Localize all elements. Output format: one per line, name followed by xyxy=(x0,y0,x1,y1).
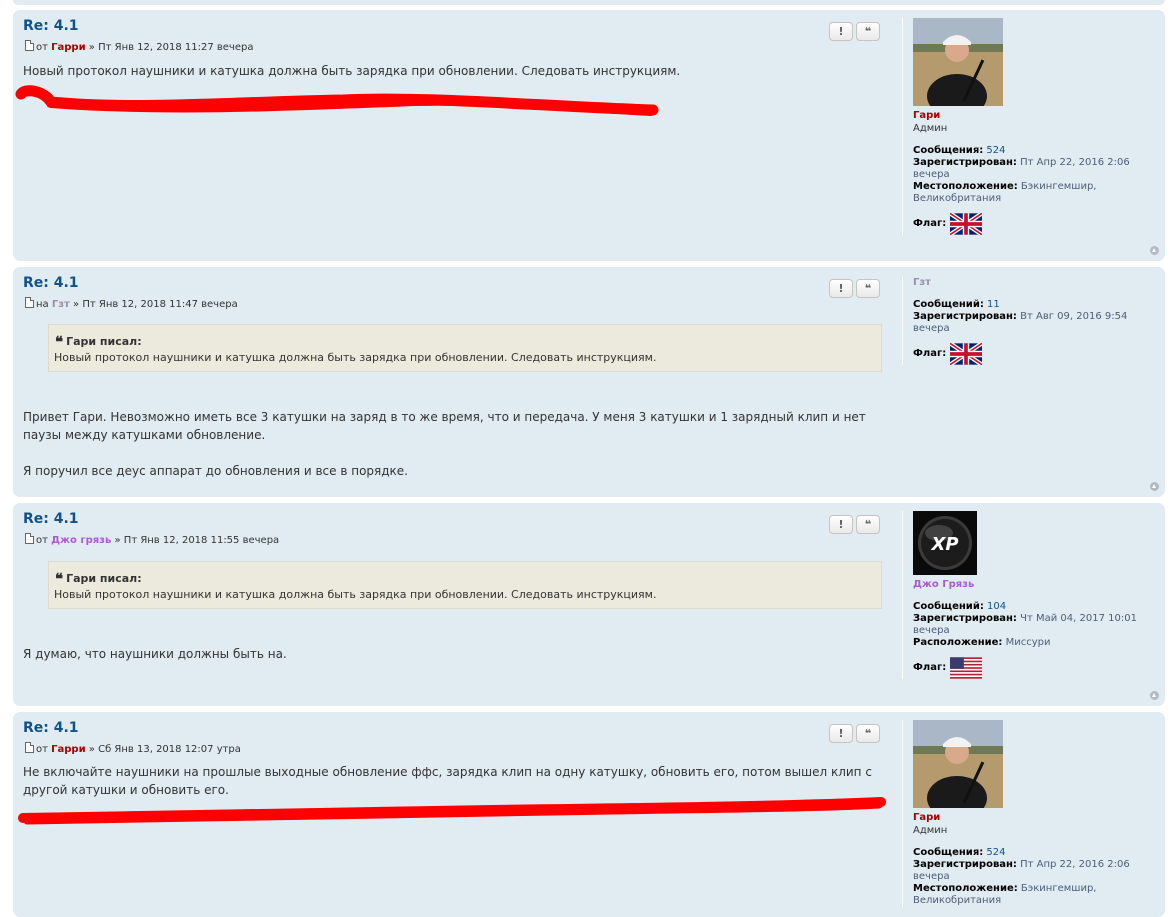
profile-username[interactable]: Джо Грязь xyxy=(913,579,1163,591)
post-buttons: ! ❝ xyxy=(829,277,883,298)
profile-registered: Зарегистрирован: Пт Апр 22, 2016 2:06 ве… xyxy=(913,859,1130,882)
profile-username[interactable]: Гари xyxy=(913,812,1163,824)
profile-registered: Зарегистрирован: Вт Авг 09, 2016 9:54 ве… xyxy=(913,311,1128,334)
quote-text: Новый протокол наушники и катушка должна… xyxy=(54,588,657,601)
quote-cite: ❝ Гари писал: xyxy=(55,333,142,351)
post-icon[interactable] xyxy=(25,297,34,308)
profile-posts-count[interactable]: 11 xyxy=(987,299,1000,310)
post-content: Я думаю, что наушники должны быть на. xyxy=(23,645,883,663)
post-icon[interactable] xyxy=(25,742,34,753)
quote-mark-icon: ❝ xyxy=(55,570,64,588)
quote-mark-icon: ❝ xyxy=(55,333,64,351)
back-to-top-icon[interactable] xyxy=(1150,246,1159,255)
post-buttons: ! ❝ xyxy=(829,722,883,743)
profile-rank: Админ xyxy=(913,123,948,134)
quote-button[interactable]: ❝ xyxy=(856,515,880,534)
post-author[interactable]: Гарри xyxy=(51,42,85,53)
blockquote: ❝ Гари писал: Новый протокол наушники и к… xyxy=(48,324,882,372)
post-title[interactable]: Re: 4.1 xyxy=(23,18,79,34)
profile-rank: Админ xyxy=(913,825,948,836)
profile-registered: Зарегистрирован: Чт Май 04, 2017 10:01 в… xyxy=(913,613,1137,636)
us-flag-icon xyxy=(950,657,983,679)
post-text: Привет Гари. Невозможно иметь все 3 кату… xyxy=(23,410,866,442)
post: Re: 4.1 на Гзт » Пт Янв 12, 2018 11:47 в… xyxy=(13,267,1165,497)
post-text: Я думаю, что наушники должны быть на. xyxy=(23,647,287,661)
profile-flag: Флаг: xyxy=(913,657,1163,679)
blockquote: ❝ Гари писал: Новый протокол наушники и к… xyxy=(48,561,882,609)
post-meta: на Гзт » Пт Янв 12, 2018 11:47 вечера xyxy=(25,297,238,310)
post-buttons: ! ❝ xyxy=(829,513,883,534)
profile-username[interactable]: Гари xyxy=(913,110,1163,122)
profile-registered: Зарегистрирован: Пт Апр 22, 2016 2:06 ве… xyxy=(913,157,1130,180)
post-text: Новый протокол наушники и катушка должна… xyxy=(23,64,681,78)
red-highlight-stroke xyxy=(15,85,659,116)
quote-button[interactable]: ❝ xyxy=(856,22,880,41)
report-button[interactable]: ! xyxy=(829,22,853,41)
previous-post-bottom xyxy=(13,0,1165,5)
quote-button[interactable]: ❝ xyxy=(856,724,880,743)
post-profile: Гзт Сообщений: 11 Зарегистрирован: Вт Ав… xyxy=(902,277,1163,365)
quote-cite: ❝ Гари писал: xyxy=(55,570,142,588)
post-content: Новый протокол наушники и катушка должна… xyxy=(23,62,883,80)
post-text: Я поручил все деус аппарат до обновления… xyxy=(23,464,408,478)
profile-posts-count[interactable]: 524 xyxy=(986,145,1005,156)
post-author[interactable]: Джо грязь xyxy=(51,535,111,546)
post-profile: Гари Админ Сообщения: 524 Зарегистрирова… xyxy=(902,720,1163,907)
profile-location: Расположение: Миссури xyxy=(913,637,1051,648)
profile-flag: Флаг: xyxy=(913,343,1163,365)
back-to-top-icon[interactable] xyxy=(1150,691,1159,700)
post-meta: от Джо грязь » Пт Янв 12, 2018 11:55 веч… xyxy=(25,533,279,546)
post-date: Сб Янв 13, 2018 12:07 утра xyxy=(98,744,241,755)
post: Re: 4.1 от Гарри » Пт Янв 12, 2018 11:27… xyxy=(13,10,1165,261)
uk-flag-icon xyxy=(950,213,983,235)
post: Re: 4.1 от Джо грязь » Пт Янв 12, 2018 1… xyxy=(13,503,1165,706)
avatar[interactable] xyxy=(913,18,1003,106)
profile-posts-count[interactable]: 104 xyxy=(987,601,1006,612)
post-title[interactable]: Re: 4.1 xyxy=(23,275,79,291)
post-date: Пт Янв 12, 2018 11:47 вечера xyxy=(82,299,238,310)
profile-posts: Сообщения: 524 xyxy=(913,145,1006,156)
profile-posts: Сообщений: 104 xyxy=(913,601,1007,612)
post-buttons: ! ❝ xyxy=(829,20,883,41)
profile-posts: Сообщений: 11 xyxy=(913,299,1000,310)
report-button[interactable]: ! xyxy=(829,279,853,298)
profile-flag: Флаг: xyxy=(913,213,1163,235)
quote-text: Новый протокол наушники и катушка должна… xyxy=(54,351,657,364)
post-profile: Гари Админ Сообщения: 524 Зарегистрирова… xyxy=(902,18,1163,235)
post-icon[interactable] xyxy=(25,40,34,51)
post-icon[interactable] xyxy=(25,533,34,544)
post-title[interactable]: Re: 4.1 xyxy=(23,720,79,736)
post-author[interactable]: Гарри xyxy=(51,744,85,755)
uk-flag-icon xyxy=(950,343,983,365)
post-date: Пт Янв 12, 2018 11:55 вечера xyxy=(123,535,280,546)
post-content: Привет Гари. Невозможно иметь все 3 кату… xyxy=(23,408,883,480)
post-profile: XP Джо Грязь Сообщений: 104 Зарегистриро… xyxy=(902,511,1163,679)
quote-button[interactable]: ❝ xyxy=(856,279,880,298)
post-text: Не включайте наушники на прошлые выходны… xyxy=(23,765,872,797)
profile-posts-count[interactable]: 524 xyxy=(986,847,1005,858)
post-date: Пт Янв 12, 2018 11:27 вечера xyxy=(98,42,254,53)
svg-text:XP: XP xyxy=(930,534,958,555)
back-to-top-icon[interactable] xyxy=(1150,482,1159,491)
report-button[interactable]: ! xyxy=(829,515,853,534)
post-title[interactable]: Re: 4.1 xyxy=(23,511,79,527)
post: Re: 4.1 от Гарри » Сб Янв 13, 2018 12:07… xyxy=(13,712,1165,917)
post-content: Не включайте наушники на прошлые выходны… xyxy=(23,763,883,799)
profile-location: Местоположение: Бэкингемшир, Великобрита… xyxy=(913,181,1097,204)
profile-username[interactable]: Гзт xyxy=(913,277,1163,289)
post-meta: от Гарри » Пт Янв 12, 2018 11:27 вечера xyxy=(25,40,253,53)
post-meta: от Гарри » Сб Янв 13, 2018 12:07 утра xyxy=(25,742,241,755)
post-author[interactable]: Гзт xyxy=(52,299,70,310)
report-button[interactable]: ! xyxy=(829,724,853,743)
profile-posts: Сообщения: 524 xyxy=(913,847,1006,858)
profile-location: Местоположение: Бэкингемшир, Великобрита… xyxy=(913,883,1097,906)
avatar[interactable] xyxy=(913,720,1003,808)
avatar[interactable]: XP xyxy=(913,511,977,575)
